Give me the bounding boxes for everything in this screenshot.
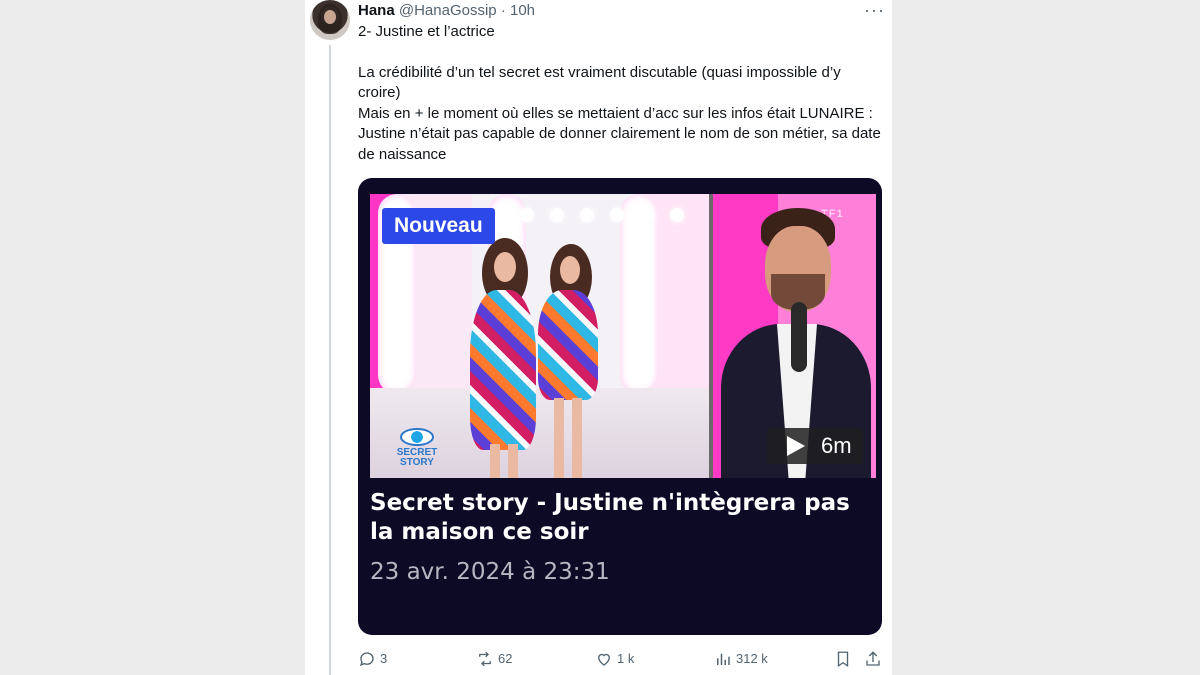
woman-leg — [554, 398, 564, 478]
tweet-line-3: Mais en + le moment où elles se mettaien… — [358, 104, 881, 163]
card-date: 23 avr. 2024 à 23:31 — [370, 559, 610, 585]
timestamp[interactable]: 10h — [510, 2, 535, 19]
woman-leg — [572, 398, 582, 478]
reply-icon — [359, 652, 374, 667]
secret-story-logo: SECRET STORY — [394, 428, 440, 468]
woman-leg — [508, 444, 518, 478]
avatar[interactable] — [310, 0, 350, 40]
like-count: 1 k — [617, 651, 635, 666]
more-options-icon[interactable]: ··· — [864, 0, 884, 20]
share-icon — [866, 651, 880, 666]
woman-dress — [470, 290, 536, 450]
woman-face — [560, 256, 580, 284]
repost-count: 62 — [498, 651, 513, 666]
tweet-line-1: 2- Justine et l’actrice — [358, 23, 495, 40]
avatar-face — [324, 10, 336, 24]
woman-dress — [538, 290, 598, 400]
microphone — [791, 302, 807, 372]
play-icon — [787, 436, 805, 456]
tweet-text: 2- Justine et l’actrice La crédibilité d… — [358, 22, 884, 165]
new-badge: Nouveau — [382, 208, 495, 244]
video-thumbnail[interactable]: TF1 Nouveau SECRET STORY 6m — [370, 194, 876, 478]
tweet-header: Hana @HanaGossip · 10h — [358, 2, 535, 22]
card-title[interactable]: Secret story - Justine n'intègrera pas l… — [370, 489, 870, 547]
bookmark-icon — [837, 651, 849, 668]
woman-face — [494, 252, 516, 282]
display-name[interactable]: Hana — [358, 2, 395, 19]
tweet-line-2: La crédibilité d’un tel secret est vraim… — [358, 63, 841, 102]
eye-icon — [400, 428, 434, 446]
analytics-icon — [717, 653, 730, 665]
repost-icon — [479, 651, 491, 667]
play-duration-button[interactable]: 6m — [767, 428, 863, 464]
separator-dot: · — [500, 2, 506, 19]
logo-text-2: STORY — [400, 457, 434, 468]
thread-line — [329, 45, 331, 675]
user-handle[interactable]: @HanaGossip — [399, 2, 497, 19]
studio-panel — [620, 194, 658, 394]
video-card[interactable]: TF1 Nouveau SECRET STORY 6m Secret story… — [358, 178, 882, 635]
studio-lights — [520, 208, 710, 222]
tweet-actions: 3 62 1 k 312 k — [358, 649, 884, 669]
tweet-gap — [358, 43, 884, 63]
heart-icon — [598, 653, 610, 666]
duration-label: 6m — [821, 433, 852, 458]
woman-leg — [490, 444, 500, 478]
view-count: 312 k — [736, 651, 768, 666]
reply-count: 3 — [380, 651, 388, 666]
